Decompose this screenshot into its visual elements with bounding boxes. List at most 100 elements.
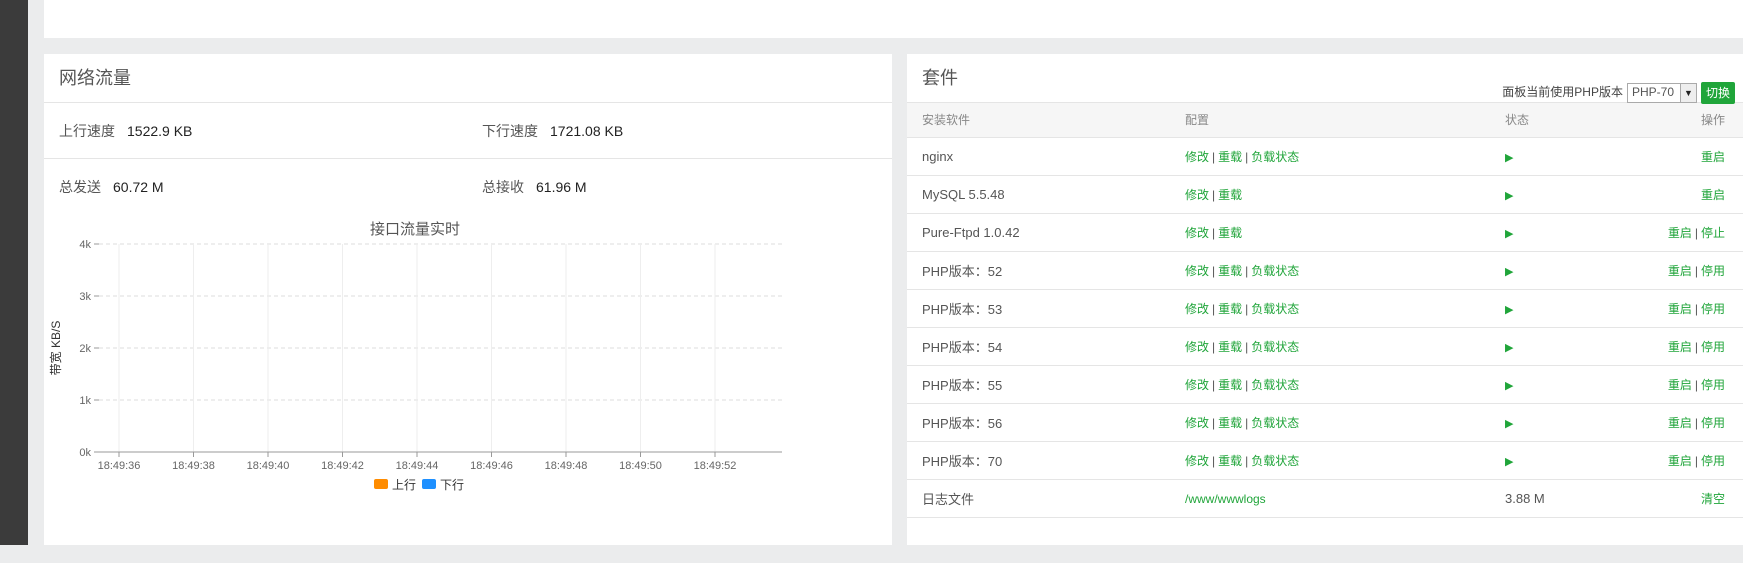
- config-link[interactable]: 重载: [1218, 150, 1242, 164]
- action-link[interactable]: 重启: [1701, 150, 1725, 164]
- action-link[interactable]: 重启: [1701, 188, 1725, 202]
- software-name: PHP版本：54: [907, 327, 1185, 366]
- action-link[interactable]: 停止: [1701, 226, 1725, 240]
- y-tick-label: 3k: [79, 291, 91, 303]
- config-link[interactable]: 重载: [1218, 302, 1242, 316]
- separator: |: [1694, 453, 1698, 468]
- action-link[interactable]: 停用: [1701, 416, 1725, 430]
- config-links: 修改 | 重载: [1185, 175, 1505, 214]
- config-link[interactable]: 重载: [1218, 416, 1242, 430]
- config-link[interactable]: 负载状态: [1251, 302, 1299, 316]
- switch-button[interactable]: 切换: [1700, 81, 1735, 104]
- config-link[interactable]: 重载: [1218, 340, 1242, 354]
- config-link[interactable]: 修改: [1185, 188, 1209, 202]
- play-icon: ▶: [1505, 455, 1514, 468]
- download-speed: 下行速度 1721.08 KB: [482, 103, 623, 159]
- action-links: 重启 | 停用: [1645, 403, 1743, 442]
- config-links: 修改 | 重载 | 负载状态: [1185, 403, 1505, 442]
- chevron-down-icon[interactable]: ▼: [1679, 83, 1696, 102]
- config-link[interactable]: 负载状态: [1251, 264, 1299, 278]
- config-link[interactable]: 修改: [1185, 378, 1209, 392]
- software-name: PHP版本：56: [907, 403, 1185, 442]
- php-version-label: 面板当前使用PHP版本: [1502, 85, 1623, 99]
- table-row: PHP版本：55 修改 | 重载 | 负载状态 ▶ 重启 | 停用: [907, 365, 1743, 404]
- separator: |: [1694, 263, 1698, 278]
- config-link[interactable]: 重载: [1218, 188, 1242, 202]
- action-link[interactable]: 停用: [1701, 264, 1725, 278]
- separator: |: [1245, 415, 1249, 430]
- footer: [0, 545, 1743, 563]
- table-row: PHP版本：56 修改 | 重载 | 负载状态 ▶ 重启 | 停用: [907, 403, 1743, 442]
- php-version-select[interactable]: PHP-70 ▼: [1626, 82, 1697, 103]
- config-link[interactable]: 负载状态: [1251, 454, 1299, 468]
- config-links: 修改 | 重载 | 负载状态: [1185, 289, 1505, 328]
- action-link[interactable]: 重启: [1668, 264, 1692, 278]
- speed-row: 上行速度 1522.9 KB 下行速度 1721.08 KB: [44, 103, 892, 159]
- config-link[interactable]: 修改: [1185, 340, 1209, 354]
- php-version-switch: 面板当前使用PHP版本 PHP-70 ▼ 切换: [1502, 68, 1735, 117]
- x-tick-label: 18:49:52: [694, 460, 737, 472]
- config-link[interactable]: 重载: [1218, 378, 1242, 392]
- separator: |: [1245, 453, 1249, 468]
- action-link[interactable]: 重启: [1668, 226, 1692, 240]
- total-sent-label: 总发送: [59, 179, 101, 195]
- y-axis-label: 带宽 KB/S: [48, 321, 63, 376]
- config-link[interactable]: 负载状态: [1251, 416, 1299, 430]
- separator: |: [1212, 263, 1216, 278]
- config-link[interactable]: 修改: [1185, 226, 1209, 240]
- y-tick-label: 2k: [79, 343, 91, 355]
- action-link[interactable]: 停用: [1701, 302, 1725, 316]
- upload-speed-label: 上行速度: [59, 123, 115, 139]
- action-links: 重启: [1645, 137, 1743, 176]
- config-link[interactable]: 负载状态: [1251, 150, 1299, 164]
- separator: |: [1245, 149, 1249, 164]
- action-link[interactable]: 停用: [1701, 340, 1725, 354]
- log-size: 3.88 M: [1505, 479, 1645, 518]
- config-link[interactable]: 修改: [1185, 302, 1209, 316]
- log-path-link[interactable]: /www/wwwlogs: [1185, 492, 1266, 506]
- action-links: 重启 | 停用: [1645, 289, 1743, 328]
- software-name: MySQL 5.5.48: [907, 175, 1185, 214]
- action-link[interactable]: 重启: [1668, 416, 1692, 430]
- config-link[interactable]: 负载状态: [1251, 340, 1299, 354]
- software-name: nginx: [907, 137, 1185, 176]
- clear-log-link[interactable]: 清空: [1701, 492, 1725, 506]
- separator: |: [1212, 187, 1216, 202]
- config-links: 修改 | 重载: [1185, 213, 1505, 252]
- legend-swatch: [374, 479, 388, 489]
- status-cell: ▶: [1505, 137, 1645, 176]
- play-icon: ▶: [1505, 265, 1514, 278]
- action-link[interactable]: 停用: [1701, 378, 1725, 392]
- action-link[interactable]: 重启: [1668, 378, 1692, 392]
- legend-label: 上行: [392, 478, 416, 492]
- config-link[interactable]: 修改: [1185, 264, 1209, 278]
- action-link[interactable]: 重启: [1668, 454, 1692, 468]
- software-panel-title: 套件: [922, 68, 958, 88]
- legend-swatch: [422, 479, 436, 489]
- status-cell: ▶: [1505, 175, 1645, 214]
- action-link[interactable]: 重启: [1668, 340, 1692, 354]
- action-link[interactable]: 停用: [1701, 454, 1725, 468]
- network-panel-title: 网络流量: [44, 54, 892, 103]
- config-link[interactable]: 修改: [1185, 150, 1209, 164]
- config-links: 修改 | 重载 | 负载状态: [1185, 365, 1505, 404]
- download-speed-label: 下行速度: [482, 123, 538, 139]
- table-row: PHP版本：53 修改 | 重载 | 负载状态 ▶ 重启 | 停用: [907, 289, 1743, 328]
- config-link[interactable]: 负载状态: [1251, 378, 1299, 392]
- separator: |: [1694, 225, 1698, 240]
- x-tick-label: 18:49:44: [396, 460, 439, 472]
- upload-speed-value: 1522.9 KB: [127, 123, 193, 139]
- log-path-cell: /www/wwwlogs: [1185, 479, 1505, 518]
- software-name: PHP版本：55: [907, 365, 1185, 404]
- action-link[interactable]: 重启: [1668, 302, 1692, 316]
- config-link[interactable]: 重载: [1218, 264, 1242, 278]
- config-link[interactable]: 重载: [1218, 454, 1242, 468]
- top-panel: [44, 0, 1743, 38]
- config-link[interactable]: 修改: [1185, 416, 1209, 430]
- config-links: 修改 | 重载 | 负载状态: [1185, 441, 1505, 480]
- separator: |: [1245, 339, 1249, 354]
- config-link[interactable]: 重载: [1218, 226, 1242, 240]
- play-icon: ▶: [1505, 379, 1514, 392]
- separator: |: [1694, 415, 1698, 430]
- config-link[interactable]: 修改: [1185, 454, 1209, 468]
